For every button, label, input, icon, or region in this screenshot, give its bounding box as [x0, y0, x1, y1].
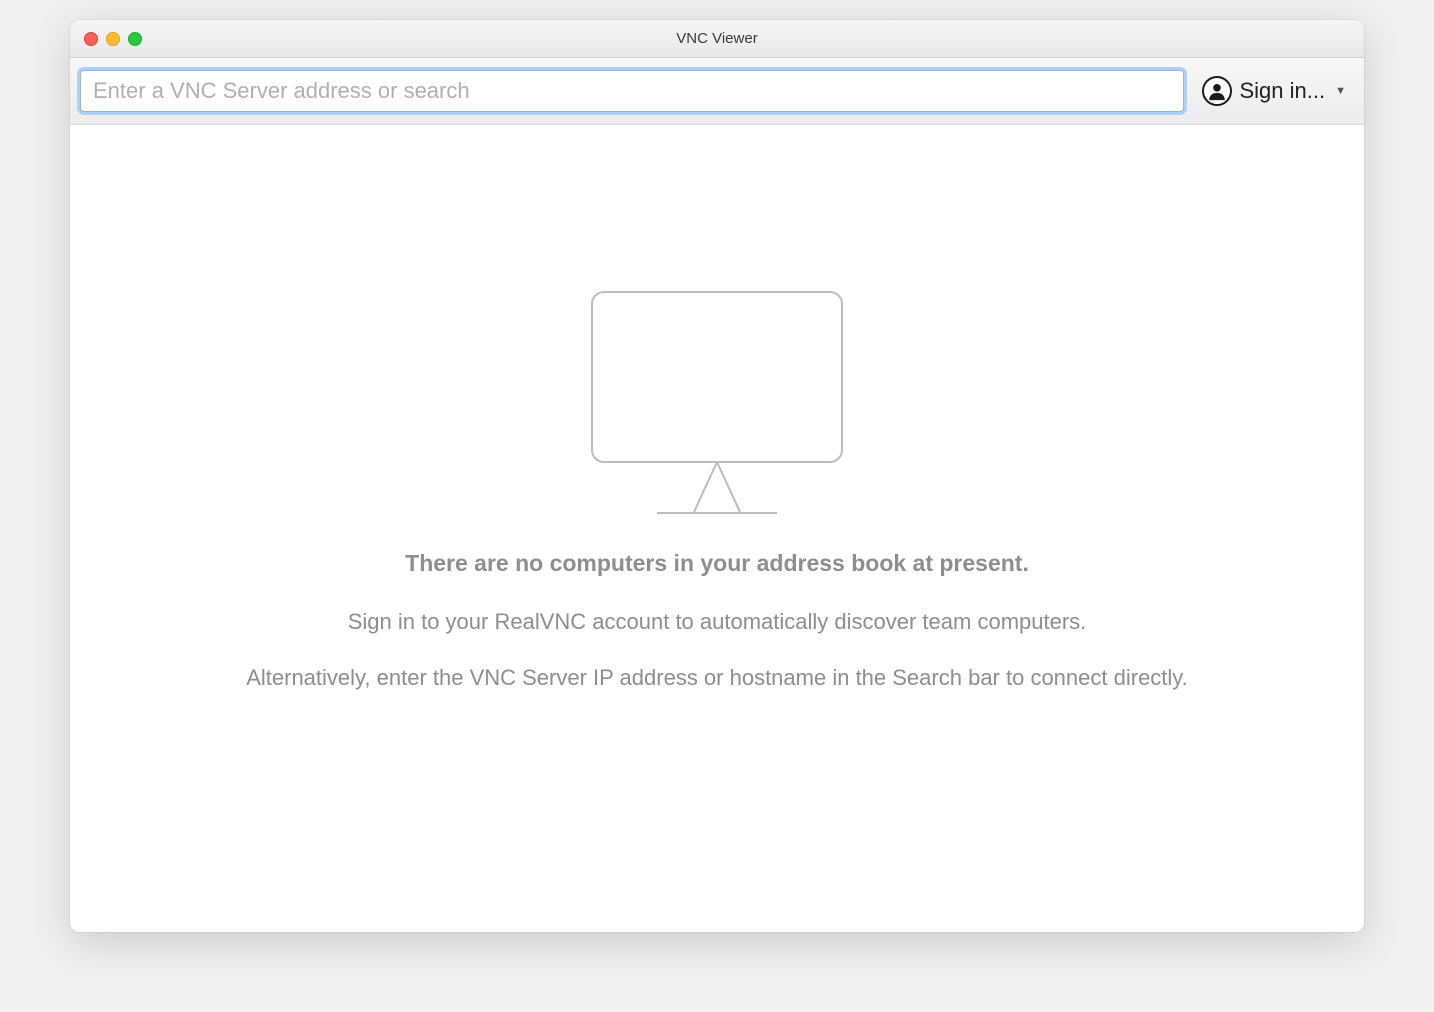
- maximize-button[interactable]: [128, 32, 142, 46]
- sign-in-label: Sign in...: [1240, 78, 1326, 104]
- address-input[interactable]: [80, 70, 1184, 112]
- main-content: There are no computers in your address b…: [70, 125, 1364, 932]
- toolbar: Sign in... ▼: [70, 58, 1364, 125]
- window-title: VNC Viewer: [70, 30, 1364, 47]
- app-window: VNC Viewer Sign in... ▼ There are no com…: [70, 20, 1364, 932]
- close-button[interactable]: [84, 32, 98, 46]
- sign-in-menu[interactable]: Sign in... ▼: [1198, 72, 1355, 110]
- chevron-down-icon: ▼: [1335, 85, 1346, 97]
- minimize-button[interactable]: [106, 32, 120, 46]
- window-controls: [70, 32, 142, 46]
- empty-state-heading: There are no computers in your address b…: [405, 550, 1029, 577]
- empty-state-line-1: Sign in to your RealVNC account to autom…: [348, 609, 1087, 635]
- empty-state-line-2: Alternatively, enter the VNC Server IP a…: [246, 665, 1188, 691]
- user-icon: [1202, 76, 1232, 106]
- monitor-icon: [587, 287, 847, 522]
- titlebar[interactable]: VNC Viewer: [70, 20, 1364, 58]
